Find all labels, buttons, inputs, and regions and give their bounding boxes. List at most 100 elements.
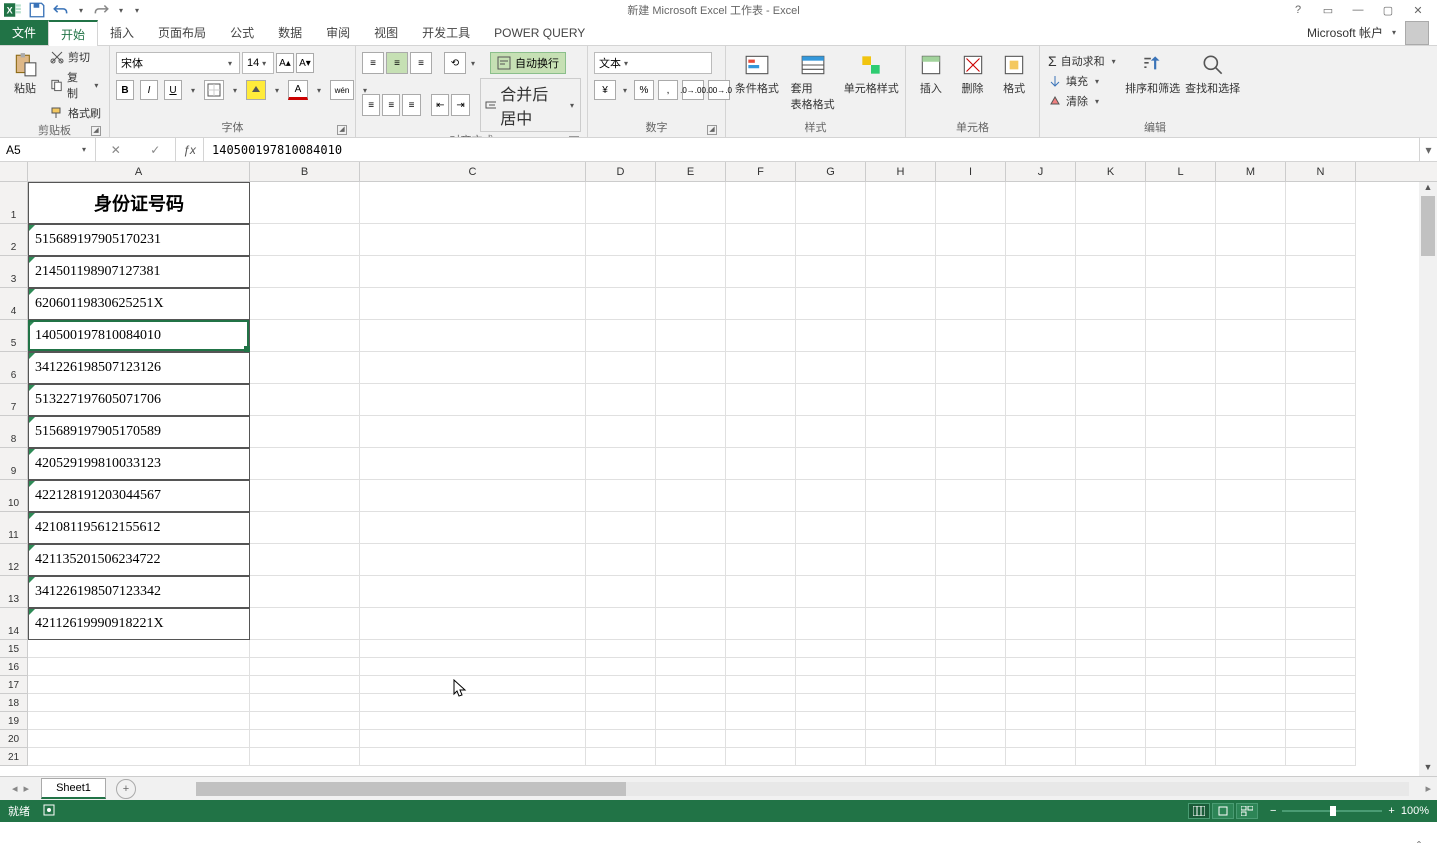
cell[interactable] [866, 608, 936, 640]
cell[interactable] [936, 480, 1006, 512]
number-format-combo[interactable]: 文本▾ [594, 52, 712, 74]
id-cell[interactable]: 421135201506234722 [28, 544, 250, 576]
cell[interactable] [866, 748, 936, 766]
cell[interactable] [796, 576, 866, 608]
id-cell[interactable]: 140500197810084010 [28, 320, 250, 352]
scroll-down-icon[interactable]: ▼ [1419, 762, 1437, 776]
increase-font-icon[interactable]: A▴ [276, 53, 294, 73]
cell[interactable] [726, 640, 796, 658]
cell[interactable] [28, 712, 250, 730]
column-header-B[interactable]: B [250, 162, 360, 181]
cell[interactable] [360, 256, 586, 288]
align-left-icon[interactable]: ≡ [362, 94, 380, 116]
sheet-nav-last-icon[interactable]: ▸ [24, 782, 30, 795]
id-cell[interactable]: 62060119830625251X [28, 288, 250, 320]
cell[interactable] [866, 676, 936, 694]
cell[interactable] [936, 416, 1006, 448]
close-icon[interactable]: ✕ [1405, 4, 1431, 17]
cell[interactable] [360, 658, 586, 676]
cell[interactable] [1076, 712, 1146, 730]
cell[interactable] [936, 544, 1006, 576]
cell[interactable] [1286, 608, 1356, 640]
column-header-I[interactable]: I [936, 162, 1006, 181]
clear-button[interactable]: 清除▾ [1046, 92, 1121, 110]
cell[interactable] [586, 448, 656, 480]
cell[interactable] [360, 640, 586, 658]
column-header-K[interactable]: K [1076, 162, 1146, 181]
paste-button[interactable]: 粘贴 [6, 48, 44, 96]
decrease-font-icon[interactable]: A▾ [296, 53, 314, 73]
cell[interactable] [1286, 416, 1356, 448]
merge-center-button[interactable]: 合并后居中▾ [480, 78, 581, 132]
cell[interactable] [936, 694, 1006, 712]
cell[interactable] [360, 608, 586, 640]
cell[interactable] [726, 730, 796, 748]
undo-icon[interactable] [52, 1, 70, 19]
cell[interactable] [726, 448, 796, 480]
cell[interactable] [1286, 320, 1356, 352]
cell[interactable] [1286, 712, 1356, 730]
cancel-formula-icon[interactable]: ✕ [111, 143, 121, 157]
cell[interactable] [360, 288, 586, 320]
undo-dropdown[interactable]: ▾ [76, 6, 86, 15]
cell[interactable] [1076, 224, 1146, 256]
page-layout-view-icon[interactable] [1212, 803, 1234, 819]
cell[interactable] [656, 608, 726, 640]
cell[interactable] [936, 658, 1006, 676]
cell[interactable] [360, 182, 586, 224]
cell[interactable] [1216, 416, 1286, 448]
cell[interactable] [586, 352, 656, 384]
id-cell[interactable]: 515689197905170231 [28, 224, 250, 256]
cell[interactable] [586, 576, 656, 608]
cell[interactable] [936, 576, 1006, 608]
ribbon-display-icon[interactable]: ▭ [1315, 4, 1341, 17]
cell[interactable] [1216, 694, 1286, 712]
cell[interactable] [1216, 676, 1286, 694]
cell[interactable] [250, 748, 360, 766]
column-header-E[interactable]: E [656, 162, 726, 181]
cell[interactable] [1216, 182, 1286, 224]
cell[interactable] [1006, 320, 1076, 352]
cell[interactable] [866, 694, 936, 712]
cell[interactable] [726, 658, 796, 676]
cell[interactable] [586, 416, 656, 448]
cell[interactable] [866, 320, 936, 352]
cell[interactable] [726, 416, 796, 448]
underline-button[interactable]: U [164, 80, 182, 100]
account-dropdown[interactable]: ▾ [1389, 28, 1399, 37]
cell[interactable] [796, 288, 866, 320]
cell[interactable] [1006, 256, 1076, 288]
cell[interactable] [250, 658, 360, 676]
fx-icon[interactable]: ƒx [176, 138, 204, 161]
tab-data[interactable]: 数据 [266, 20, 314, 45]
cell[interactable] [586, 694, 656, 712]
save-icon[interactable] [28, 1, 46, 19]
cell[interactable] [656, 712, 726, 730]
tab-review[interactable]: 审阅 [314, 20, 362, 45]
cell[interactable] [586, 608, 656, 640]
cell[interactable] [1146, 256, 1216, 288]
cell[interactable] [936, 512, 1006, 544]
cell[interactable] [1146, 182, 1216, 224]
cell[interactable] [1076, 576, 1146, 608]
find-select-button[interactable]: 查找和选择 [1185, 48, 1241, 96]
cell[interactable] [1286, 256, 1356, 288]
row-header[interactable]: 21 [0, 748, 28, 766]
cell[interactable] [726, 544, 796, 576]
cell[interactable] [28, 676, 250, 694]
cell[interactable] [656, 512, 726, 544]
cell[interactable] [250, 676, 360, 694]
accounting-format-icon[interactable]: ¥ [594, 80, 616, 100]
tab-developer[interactable]: 开发工具 [410, 20, 482, 45]
cell[interactable] [796, 416, 866, 448]
id-cell[interactable]: 214501198907127381 [28, 256, 250, 288]
zoom-level[interactable]: 100% [1401, 805, 1429, 817]
cell[interactable] [250, 730, 360, 748]
scroll-up-icon[interactable]: ▲ [1419, 182, 1437, 196]
align-top-icon[interactable]: ≡ [362, 52, 384, 74]
cell[interactable] [1006, 352, 1076, 384]
cell[interactable] [1006, 288, 1076, 320]
zoom-in-icon[interactable]: + [1388, 805, 1394, 817]
column-header-N[interactable]: N [1286, 162, 1356, 181]
cell[interactable] [866, 288, 936, 320]
